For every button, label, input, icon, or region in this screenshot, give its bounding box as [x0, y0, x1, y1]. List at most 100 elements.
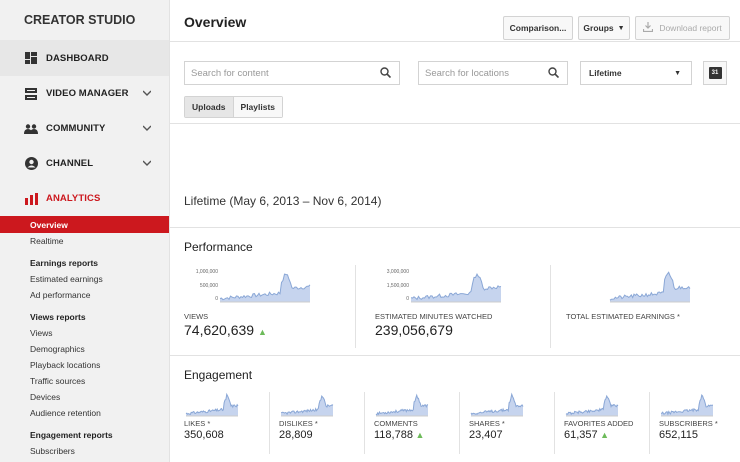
- divider: [364, 392, 365, 454]
- channel-icon: [24, 157, 38, 171]
- sidebar-item-subscribers[interactable]: Subscribers: [0, 443, 169, 459]
- minutes-axis-mid: 1,500,000: [386, 283, 409, 289]
- video-manager-icon: [24, 87, 38, 101]
- nav-dashboard[interactable]: DASHBOARD: [0, 40, 169, 76]
- nav-analytics-label: ANALYTICS: [46, 193, 101, 204]
- engagement-sparkline: [375, 393, 429, 417]
- minutes-value: 239,056,679: [375, 322, 453, 338]
- nav-video-manager[interactable]: VIDEO MANAGER: [0, 76, 169, 111]
- sidebar-item-devices[interactable]: Devices: [0, 389, 169, 405]
- sidebar-heading-earnings[interactable]: Earnings reports: [0, 255, 169, 271]
- location-search-placeholder: Search for locations: [425, 67, 509, 79]
- chevron-down-icon[interactable]: [142, 158, 152, 169]
- comparison-button-label: Comparison...: [509, 23, 567, 33]
- engagement-value: 652,115: [659, 429, 698, 441]
- sidebar-item-traffic-sources[interactable]: Traffic sources: [0, 373, 169, 389]
- divider: [649, 392, 650, 454]
- analytics-icon: [24, 192, 38, 206]
- minutes-label: ESTIMATED MINUTES WATCHED: [375, 312, 493, 321]
- engagement-label: DISLIKES *: [279, 419, 318, 428]
- engagement-value: 61,357 ▲: [564, 429, 610, 441]
- community-icon: [24, 122, 38, 136]
- divider: [170, 227, 740, 228]
- sidebar-item-views[interactable]: Views: [0, 325, 169, 341]
- engagement-sparkline: [185, 392, 239, 417]
- views-label: VIEWS: [184, 312, 209, 321]
- engagement-label: LIKES *: [184, 419, 211, 428]
- trend-up-icon: ▲: [257, 327, 267, 337]
- engagement-title: Engagement: [184, 368, 253, 382]
- views-axis-mid: 500,000: [199, 283, 218, 289]
- caret-down-icon: ▼: [617, 24, 625, 32]
- chevron-down-icon[interactable]: [142, 88, 152, 99]
- content-search-input[interactable]: Search for content: [184, 61, 400, 85]
- sidebar-heading-views[interactable]: Views reports: [0, 309, 169, 325]
- download-report-button[interactable]: Download report: [635, 16, 730, 40]
- groups-button[interactable]: Groups ▼: [578, 16, 630, 40]
- earnings-sparkline: [609, 271, 691, 303]
- engagement-sparkline: [280, 395, 334, 417]
- nav-analytics[interactable]: ANALYTICS: [0, 181, 169, 216]
- engagement-sparkline: [470, 392, 524, 417]
- divider: [355, 265, 356, 348]
- nav-community[interactable]: COMMUNITY: [0, 111, 169, 146]
- sidebar-heading-engagement[interactable]: Engagement reports: [0, 427, 169, 443]
- nav-channel-label: CHANNEL: [46, 158, 94, 169]
- content-search-placeholder: Search for content: [191, 67, 269, 79]
- download-icon: [643, 22, 654, 34]
- engagement-value: 28,809: [279, 429, 313, 441]
- groups-button-label: Groups: [583, 23, 614, 33]
- minutes-sparkline: [410, 273, 502, 303]
- engagement-value: 118,788 ▲: [374, 429, 425, 441]
- nav-dashboard-label: DASHBOARD: [46, 52, 109, 64]
- chevron-down-icon[interactable]: [142, 123, 152, 134]
- trend-up-icon: ▲: [412, 430, 425, 440]
- sparkline-area: [186, 394, 238, 416]
- calendar-icon: 31: [708, 67, 722, 79]
- nav-channel[interactable]: CHANNEL: [0, 146, 169, 181]
- engagement-sparkline: [660, 394, 714, 417]
- calendar-button[interactable]: 31: [703, 61, 727, 85]
- page-title: Overview: [184, 14, 247, 30]
- nav-community-label: COMMUNITY: [46, 123, 106, 134]
- page-header: Overview Comparison... Groups ▼ Download…: [170, 0, 740, 42]
- views-number: 74,620,639: [184, 322, 255, 338]
- engagement-sparkline: [565, 394, 619, 417]
- views-sparkline: [219, 273, 311, 303]
- tab-uploads[interactable]: Uploads: [185, 97, 234, 117]
- caret-down-icon: ▼: [674, 69, 681, 77]
- sidebar-item-ad-performance[interactable]: Ad performance: [0, 287, 169, 303]
- location-search-input[interactable]: Search for locations: [418, 61, 568, 85]
- sidebar-item-overview[interactable]: Overview: [0, 216, 169, 233]
- content-type-tabs: Uploads Playlists: [184, 96, 284, 118]
- sidebar-item-playback-locations[interactable]: Playback locations: [0, 357, 169, 373]
- comparison-button[interactable]: Comparison...: [503, 16, 573, 40]
- divider: [269, 392, 270, 454]
- engagement-label: COMMENTS: [374, 419, 418, 428]
- sparkline-area: [281, 396, 333, 416]
- divider: [550, 265, 551, 348]
- dashboard-icon: [24, 51, 38, 65]
- nav-video-manager-label: VIDEO MANAGER: [46, 88, 129, 99]
- period-select[interactable]: Lifetime ▼: [580, 61, 692, 85]
- performance-title: Performance: [184, 240, 253, 254]
- search-icon[interactable]: [380, 67, 392, 81]
- search-icon[interactable]: [548, 67, 560, 81]
- filter-bar: Search for content Search for locations …: [170, 42, 740, 124]
- main-content: Overview Comparison... Groups ▼ Download…: [170, 0, 740, 462]
- brand-title[interactable]: CREATOR STUDIO: [0, 0, 169, 40]
- period-select-value: Lifetime: [589, 68, 622, 78]
- minutes-axis-zero: 0: [406, 296, 409, 302]
- divider: [170, 355, 740, 356]
- engagement-label: SHARES *: [469, 419, 505, 428]
- sidebar: CREATOR STUDIO DASHBOARD VIDEO MANAGER C…: [0, 0, 170, 462]
- engagement-label: SUBSCRIBERS *: [659, 419, 718, 428]
- sidebar-item-demographics[interactable]: Demographics: [0, 341, 169, 357]
- tab-playlists[interactable]: Playlists: [233, 97, 283, 117]
- sidebar-item-estimated-earnings[interactable]: Estimated earnings: [0, 271, 169, 287]
- sidebar-item-realtime[interactable]: Realtime: [0, 233, 169, 249]
- sidebar-item-audience-retention[interactable]: Audience retention: [0, 405, 169, 421]
- date-range-label: Lifetime (May 6, 2013 – Nov 6, 2014): [184, 194, 382, 208]
- divider: [459, 392, 460, 454]
- engagement-value: 23,407: [469, 429, 503, 441]
